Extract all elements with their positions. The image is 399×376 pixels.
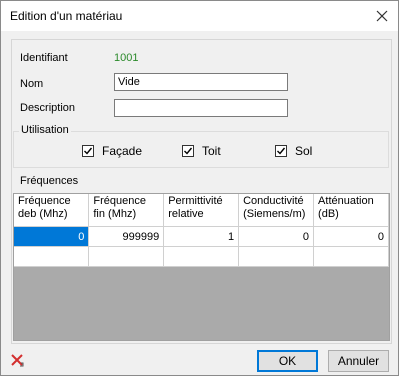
description-field[interactable] xyxy=(114,99,288,117)
frequences-label: Fréquences xyxy=(20,175,79,187)
close-button[interactable] xyxy=(366,1,398,31)
checkbox-sol[interactable]: Sol xyxy=(275,144,312,158)
table-cell[interactable]: 0 xyxy=(238,226,315,247)
checkbox-facade[interactable]: Façade xyxy=(82,144,142,158)
table-row[interactable]: 0 999999 1 0 0 xyxy=(14,226,389,247)
checkbox-label: Sol xyxy=(295,144,313,158)
title-bar: Edition d'un matériau xyxy=(1,1,398,31)
checkbox-box xyxy=(82,145,94,157)
table-row[interactable] xyxy=(14,246,389,267)
identifiant-value: 1001 xyxy=(114,52,139,64)
frequences-grid: Fréquence deb (Mhz) Fréquence fin (Mhz) … xyxy=(13,193,390,341)
table-cell[interactable]: 0 xyxy=(313,226,389,247)
table-cell[interactable] xyxy=(163,246,240,267)
checkbox-box xyxy=(182,145,194,157)
table-cell[interactable] xyxy=(14,246,90,267)
frequences-table: Fréquence deb (Mhz) Fréquence fin (Mhz) … xyxy=(14,194,389,267)
checkbox-label: Toit xyxy=(202,144,221,158)
checkbox-label: Façade xyxy=(102,144,143,158)
cancel-button[interactable]: Annuler xyxy=(328,350,389,372)
delete-button[interactable] xyxy=(10,353,24,370)
table-cell[interactable]: 999999 xyxy=(88,226,165,247)
column-header[interactable]: Fréquence fin (Mhz) xyxy=(88,194,165,227)
column-header[interactable]: Permittivité relative xyxy=(163,194,240,227)
table-cell[interactable]: 1 xyxy=(163,226,240,247)
nom-field[interactable]: Vide xyxy=(114,73,288,91)
dialog-window: Edition d'un matériau Identifiant 1001 N… xyxy=(0,0,399,376)
column-header[interactable]: Fréquence deb (Mhz) xyxy=(14,194,90,227)
check-icon xyxy=(184,147,193,155)
table-cell[interactable] xyxy=(313,246,389,267)
nom-label: Nom xyxy=(20,78,44,90)
ok-button[interactable]: OK xyxy=(257,350,318,372)
description-label: Description xyxy=(20,102,76,114)
column-header[interactable]: Conductivité (Siemens/m) xyxy=(238,194,315,227)
table-cell[interactable] xyxy=(238,246,315,267)
form-panel: Identifiant 1001 Nom Vide Description Ut… xyxy=(11,39,392,344)
table-header-row: Fréquence deb (Mhz) Fréquence fin (Mhz) … xyxy=(14,194,389,227)
utilisation-legend: Utilisation xyxy=(19,124,71,136)
table-cell[interactable]: 0 xyxy=(14,226,90,247)
check-icon xyxy=(277,147,286,155)
table-cell[interactable] xyxy=(88,246,165,267)
check-icon xyxy=(84,147,93,155)
delete-x-icon xyxy=(11,354,24,367)
window-title: Edition d'un matériau xyxy=(10,9,123,23)
identifiant-label: Identifiant xyxy=(20,52,68,64)
checkbox-box xyxy=(275,145,287,157)
column-header[interactable]: Atténuation (dB) xyxy=(313,194,389,227)
utilisation-group: Utilisation Façade Toit Sol xyxy=(13,124,389,168)
close-icon xyxy=(376,10,388,22)
checkbox-toit[interactable]: Toit xyxy=(182,144,221,158)
